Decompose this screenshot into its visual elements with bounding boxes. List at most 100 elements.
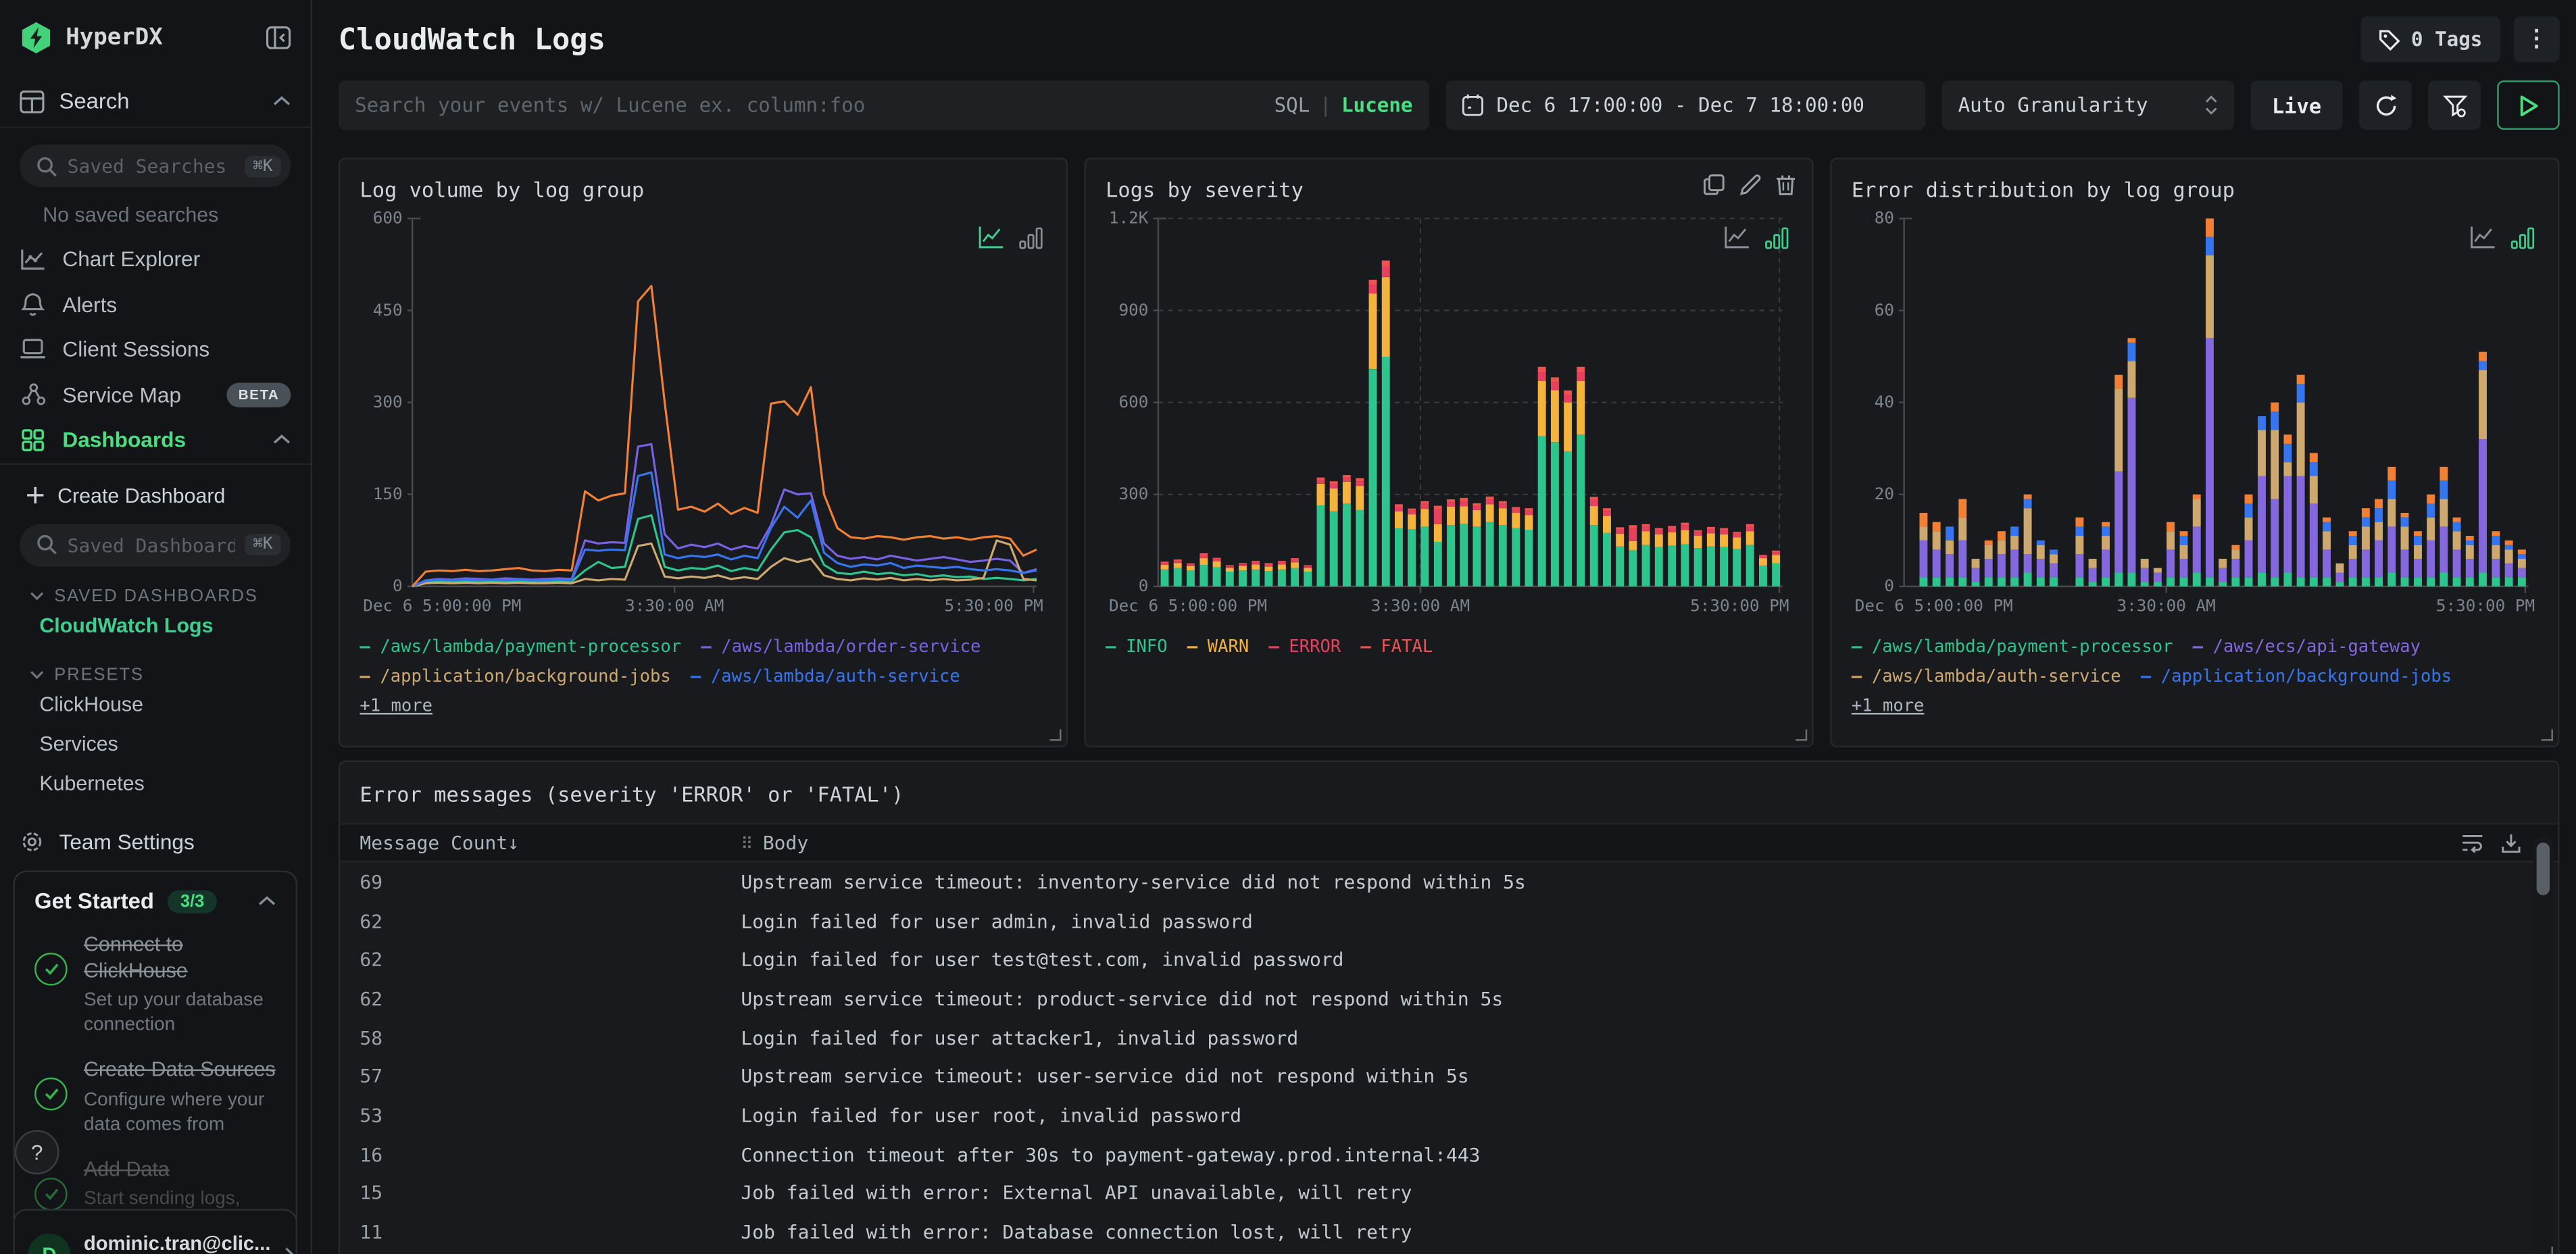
bar-mode-icon[interactable]	[2510, 226, 2535, 249]
bell-icon	[20, 292, 46, 316]
preset-link-kubernetes[interactable]: Kubernetes	[0, 763, 310, 802]
download-icon[interactable]	[2500, 832, 2522, 853]
drag-handle-icon[interactable]: ⠿	[741, 836, 753, 854]
create-dashboard-button[interactable]: Create Dashboard	[0, 464, 310, 507]
main-content: CloudWatch Logs 0 Tags ⋮ Search your eve…	[312, 0, 2576, 1254]
table-scrollbar-thumb[interactable]	[2536, 843, 2550, 895]
check-icon	[34, 953, 68, 986]
column-header-count[interactable]: Message Count↓	[340, 831, 741, 854]
refresh-button[interactable]	[2359, 80, 2412, 130]
preset-link-services[interactable]: Services	[0, 724, 310, 763]
legend-item[interactable]: — WARN	[1187, 636, 1249, 659]
create-dashboard-label: Create Dashboard	[57, 483, 226, 507]
bar-mode-icon[interactable]	[1018, 226, 1043, 249]
event-search-input[interactable]: Search your events w/ Lucene ex. column:…	[338, 80, 1429, 130]
svg-text:600: 600	[1118, 392, 1148, 411]
delete-icon[interactable]	[1776, 174, 1795, 196]
chevron-down-icon	[30, 670, 44, 678]
legend-item[interactable]: — /aws/lambda/auth-service	[1852, 666, 2121, 688]
resize-handle[interactable]	[1049, 729, 1062, 741]
more-menu-button[interactable]: ⋮	[2513, 16, 2560, 63]
legend-item[interactable]: — /aws/lambda/order-service	[701, 636, 981, 659]
line-mode-icon[interactable]	[2469, 225, 2497, 249]
column-header-body[interactable]: ⠿ Body	[741, 831, 2482, 854]
chart-plot[interactable]: 0 300 600 900 1.2K Dec 6 5:00:00 PM 3:30:00 AM…	[1106, 202, 1792, 626]
sidebar-item-chart-explorer[interactable]: Chart Explorer	[0, 236, 310, 282]
resize-handle[interactable]	[2542, 1247, 2553, 1254]
table-scrollbar[interactable]	[2533, 836, 2553, 1253]
table-row[interactable]: 69 Upstream service timeout: inventory-se…	[340, 862, 2558, 901]
help-button[interactable]: ?	[14, 1130, 59, 1175]
table-row[interactable]: 62 Login failed for user test@test.com, i…	[340, 940, 2558, 980]
row-count: 62	[360, 948, 383, 972]
line-mode-icon[interactable]	[978, 225, 1006, 249]
line-mode-icon[interactable]	[1723, 225, 1751, 249]
legend-item[interactable]: — /application/background-jobs	[2141, 666, 2452, 688]
table-row[interactable]: 53 Login failed for user root, invalid pa…	[340, 1096, 2558, 1135]
grid-icon	[20, 428, 46, 451]
sidebar-collapse-icon[interactable]	[266, 26, 291, 49]
presets-section[interactable]: PRESETS	[0, 645, 310, 684]
saved-dashboards-section[interactable]: SAVED DASHBOARDS	[0, 566, 310, 605]
table-row[interactable]: 62 Login failed for user admin, invalid p…	[340, 901, 2558, 940]
edit-icon[interactable]	[1739, 174, 1762, 196]
table-row[interactable]: 57 Upstream service timeout: user-service…	[340, 1057, 2558, 1096]
table-row[interactable]: 15 Job failed with error: External API un…	[340, 1174, 2558, 1213]
table-row[interactable]: 62 Upstream service timeout: product-serv…	[340, 979, 2558, 1018]
get-started-step[interactable]: Create Data Sources Configure where your …	[34, 1058, 276, 1138]
legend-swatch: —	[1268, 637, 1279, 657]
date-range-picker[interactable]: Dec 6 17:00:00 - Dec 7 18:00:00	[1445, 80, 1925, 130]
legend-item[interactable]: — /aws/lambda/payment-processor	[1852, 636, 2173, 659]
laptop-icon	[20, 338, 46, 360]
sidebar-item-service-map[interactable]: Service Map BETA	[0, 372, 310, 418]
tags-button[interactable]: 0 Tags	[2360, 16, 2501, 63]
legend-more-link[interactable]: +1 more	[360, 695, 432, 718]
table-row[interactable]: 11 Job failed with error: Database connec…	[340, 1213, 2558, 1252]
granularity-select[interactable]: Auto Granularity	[1941, 80, 2235, 130]
table-row[interactable]: 58 Login failed for user attacker1, inval…	[340, 1018, 2558, 1057]
legend-item[interactable]: — ERROR	[1268, 636, 1341, 659]
legend-item[interactable]: — /application/background-jobs	[360, 666, 670, 688]
chevron-up-icon[interactable]	[273, 95, 291, 107]
row-body: Upstream service timeout: inventory-serv…	[741, 870, 1526, 894]
legend-item[interactable]: — FATAL	[1360, 636, 1433, 659]
sidebar-item-client-sessions[interactable]: Client Sessions	[0, 327, 310, 372]
bar-mode-icon[interactable]	[1764, 226, 1789, 249]
filter-button[interactable]	[2428, 80, 2481, 130]
saved-dashboard-link[interactable]: CloudWatch Logs	[0, 605, 310, 645]
chart-plot[interactable]: 0 20 40 60 80 Dec 6 5:00:00 PM 3:30:00 AM 5:30:…	[1852, 202, 2538, 626]
avatar: D	[28, 1233, 71, 1254]
resize-handle[interactable]	[2541, 729, 2553, 741]
svg-text:150: 150	[373, 484, 403, 503]
row-count: 16	[360, 1143, 383, 1166]
sidebar-section-search[interactable]: Search	[0, 76, 310, 126]
preset-link-clickhouse[interactable]: ClickHouse	[0, 684, 310, 724]
svg-text:60: 60	[1875, 300, 1894, 320]
chart-plot[interactable]: 0 150 300 450 600 Dec 6 5:00:00 PM 3:30:00 AM 5…	[360, 202, 1046, 626]
run-query-button[interactable]	[2497, 80, 2560, 130]
legend-item[interactable]: — /aws/ecs/api-gateway	[2193, 636, 2421, 659]
legend-item[interactable]: — /aws/lambda/auth-service	[691, 666, 960, 688]
lucene-toggle[interactable]: Lucene	[1341, 94, 1412, 117]
user-card[interactable]: D dominic.tran@clic... dominic.tran@clic…	[13, 1209, 298, 1254]
duplicate-icon[interactable]	[1704, 174, 1725, 196]
get-started-step[interactable]: Connect to ClickHouse Set up your databas…	[34, 933, 276, 1038]
saved-dashboards-input[interactable]: Saved Dashboards ⌘K	[20, 523, 291, 566]
svg-text:3:30:00 AM: 3:30:00 AM	[625, 595, 724, 615]
legend-item[interactable]: — INFO	[1106, 636, 1167, 659]
chevron-up-icon[interactable]	[258, 895, 276, 907]
team-settings-button[interactable]: Team Settings	[0, 803, 310, 853]
saved-searches-input[interactable]: Saved Searches ⌘K	[20, 144, 291, 188]
sidebar-item-alerts[interactable]: Alerts	[0, 282, 310, 327]
table-row[interactable]: 16 Connection timeout after 30s to paymen…	[340, 1134, 2558, 1174]
sidebar-item-label: Client Sessions	[62, 336, 210, 362]
legend-item[interactable]: — /aws/lambda/payment-processor	[360, 636, 681, 659]
legend-swatch: —	[1187, 637, 1198, 657]
live-button[interactable]: Live	[2250, 80, 2343, 130]
table-rows: 69 Upstream service timeout: inventory-se…	[340, 862, 2558, 1251]
sql-toggle[interactable]: SQL	[1274, 94, 1310, 117]
resize-handle[interactable]	[1795, 729, 1808, 741]
wrap-text-icon[interactable]	[2461, 832, 2484, 853]
sidebar-item-dashboards[interactable]: Dashboards	[0, 417, 310, 462]
legend-more-link[interactable]: +1 more	[1852, 695, 1925, 718]
